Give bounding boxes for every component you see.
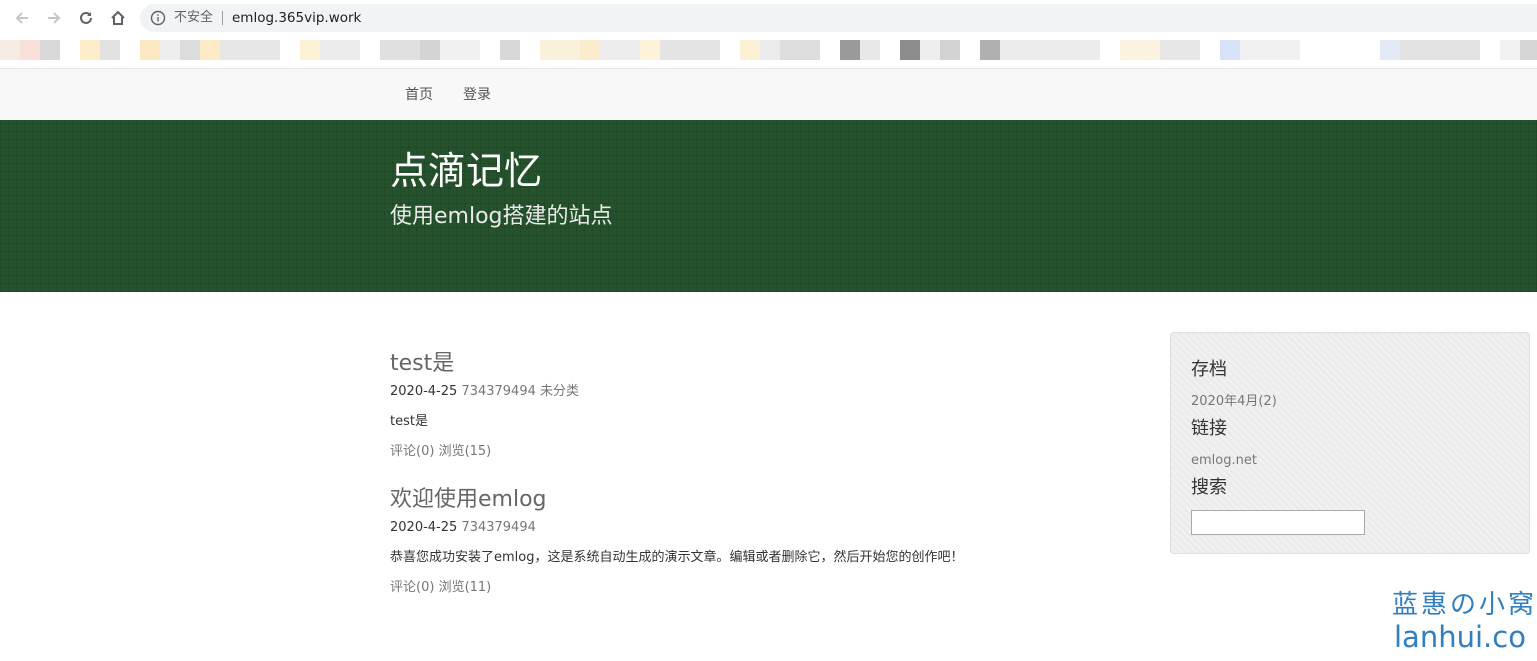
address-separator xyxy=(222,11,223,25)
post-author-link[interactable]: 734379494 xyxy=(461,520,535,535)
bookmark-blur xyxy=(380,40,420,60)
bookmark-blur xyxy=(500,40,520,60)
post-author-link[interactable]: 734379494 xyxy=(461,384,535,399)
post-footer: 评论(0) 浏览(15) xyxy=(390,443,1150,461)
bookmark-blur xyxy=(180,40,200,60)
bookmark-blur xyxy=(740,40,760,60)
bookmark-blur xyxy=(920,40,940,60)
site-title[interactable]: 点滴记忆 xyxy=(390,148,542,194)
post-meta: 2020-4-25 734379494 未分类 xyxy=(390,383,1150,401)
post-title-link[interactable]: test是 xyxy=(390,349,1150,379)
post-item: 欢迎使用emlog 2020-4-25 734379494 恭喜您成功安装了em… xyxy=(390,485,1150,597)
bookmark-blur xyxy=(1220,40,1240,60)
bookmark-blur xyxy=(40,40,60,60)
bookmark-blur xyxy=(1500,40,1520,60)
site-navbar: 首页 登录 xyxy=(0,68,1537,120)
bookmark-blur xyxy=(660,40,720,60)
bookmark-blur xyxy=(1000,40,1100,60)
watermark-domain: lanhui.co xyxy=(1394,620,1526,654)
bookmark-blur xyxy=(320,40,360,60)
info-icon[interactable] xyxy=(150,10,166,26)
bookmark-blur xyxy=(860,40,880,60)
url-text[interactable]: emlog.365vip.work xyxy=(232,9,361,27)
nav-login-link[interactable]: 登录 xyxy=(463,86,491,104)
forward-icon[interactable] xyxy=(43,7,65,29)
post-date: 2020-4-25 xyxy=(390,384,458,399)
bookmark-blur xyxy=(1240,40,1300,60)
bookmark-blur xyxy=(1120,40,1160,60)
bookmark-blur xyxy=(580,40,600,60)
browser-toolbar: 不安全 emlog.365vip.work xyxy=(0,0,1537,36)
post-date: 2020-4-25 xyxy=(390,520,458,535)
bookmark-blur xyxy=(200,40,220,60)
bookmark-blur xyxy=(80,40,100,60)
nav-home-link[interactable]: 首页 xyxy=(405,86,433,104)
post-category-link[interactable]: 未分类 xyxy=(540,384,579,399)
bookmark-blur xyxy=(1160,40,1200,60)
bookmark-blur xyxy=(100,40,120,60)
link-item[interactable]: emlog.net xyxy=(1191,452,1257,470)
bookmark-blur xyxy=(160,40,180,60)
archive-item-link[interactable]: 2020年4月(2) xyxy=(1191,393,1277,411)
bookmark-blur xyxy=(1520,40,1537,60)
bookmark-blur xyxy=(760,40,780,60)
post-title-link[interactable]: 欢迎使用emlog xyxy=(390,485,1150,515)
post-comments-link[interactable]: 评论(0) xyxy=(390,444,434,459)
post-excerpt: test是 xyxy=(390,414,428,429)
search-heading: 搜索 xyxy=(1191,477,1227,498)
bookmark-blur xyxy=(20,40,40,60)
bookmark-blur xyxy=(220,40,280,60)
links-heading: 链接 xyxy=(1191,418,1227,439)
site-header-banner: 点滴记忆 使用emlog搭建的站点 xyxy=(0,120,1537,292)
archive-heading: 存档 xyxy=(1191,359,1227,380)
bookmark-blur xyxy=(140,40,160,60)
post-excerpt: 恭喜您成功安装了emlog，这是系统自动生成的演示文章。编辑或者删除它，然后开始… xyxy=(390,550,964,565)
bookmark-blur xyxy=(540,40,580,60)
watermark-title: 蓝惠の小窝 xyxy=(1392,590,1537,620)
bookmark-blur xyxy=(1400,40,1480,60)
post-views-link[interactable]: 浏览(11) xyxy=(439,580,492,595)
site-subtitle: 使用emlog搭建的站点 xyxy=(390,204,613,229)
bookmark-blur xyxy=(840,40,860,60)
sidebar-panel: 存档 2020年4月(2) 链接 emlog.net 搜索 xyxy=(1170,332,1530,554)
reload-icon[interactable] xyxy=(75,7,97,29)
post-item: test是 2020-4-25 734379494 未分类 test是 评论(0… xyxy=(390,349,1150,461)
post-views-link[interactable]: 浏览(15) xyxy=(439,444,492,459)
insecure-label: 不安全 xyxy=(174,10,214,25)
post-comments-link[interactable]: 评论(0) xyxy=(390,580,434,595)
bookmark-blur xyxy=(780,40,820,60)
bookmarks-bar xyxy=(0,38,1537,62)
search-input[interactable] xyxy=(1191,510,1365,535)
bookmark-blur xyxy=(300,40,320,60)
bookmark-blur xyxy=(980,40,1000,60)
address-bar[interactable]: 不安全 emlog.365vip.work xyxy=(140,4,1537,32)
back-icon[interactable] xyxy=(11,7,33,29)
bookmark-blur xyxy=(0,40,20,60)
bookmark-blur xyxy=(600,40,640,60)
bookmark-blur xyxy=(440,40,480,60)
post-meta: 2020-4-25 734379494 xyxy=(390,519,1150,537)
home-icon[interactable] xyxy=(107,7,129,29)
bookmark-blur xyxy=(900,40,920,60)
bookmark-blur xyxy=(1380,40,1400,60)
bookmark-blur xyxy=(420,40,440,60)
post-footer: 评论(0) 浏览(11) xyxy=(390,579,1150,597)
bookmark-blur xyxy=(940,40,960,60)
bookmark-blur xyxy=(640,40,660,60)
